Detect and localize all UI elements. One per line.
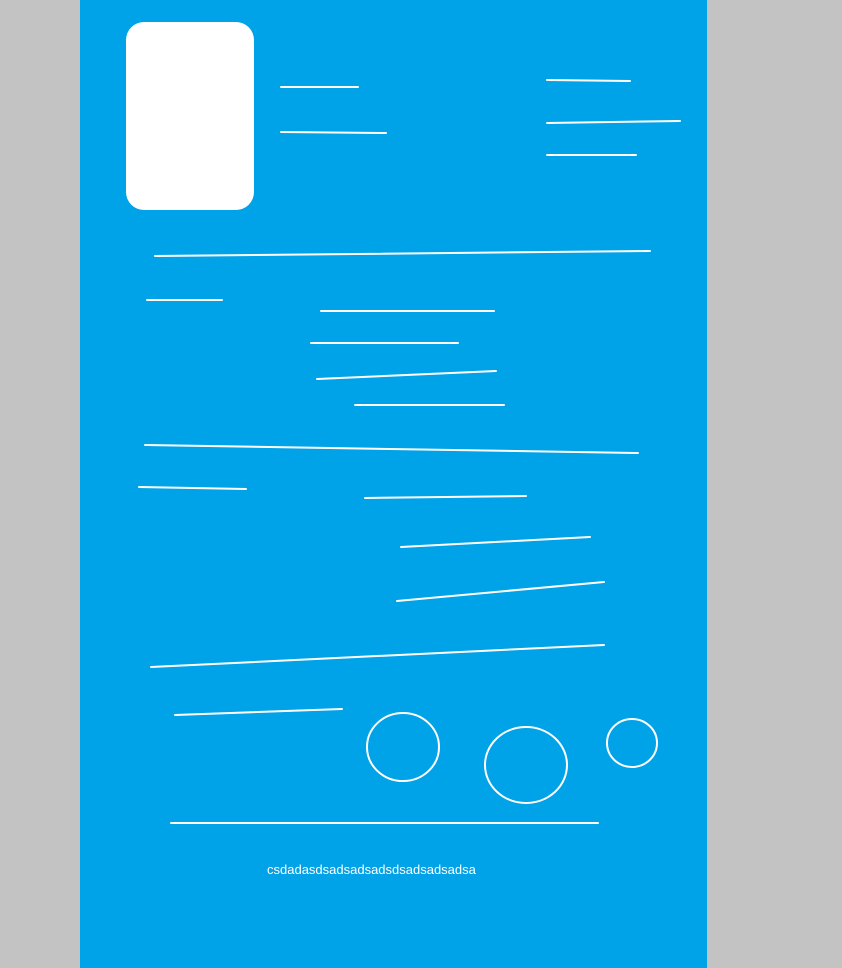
header-right-line-1 <box>546 79 631 82</box>
canvas: csdadasdsadsadsadsdsadsadsadsa <box>0 0 842 968</box>
sketch-drawing <box>80 0 707 968</box>
header-line-2 <box>280 131 387 134</box>
footer-text: csdadasdsadsadsadsdsadsadsadsa <box>267 862 476 877</box>
photo-placeholder <box>126 22 254 210</box>
